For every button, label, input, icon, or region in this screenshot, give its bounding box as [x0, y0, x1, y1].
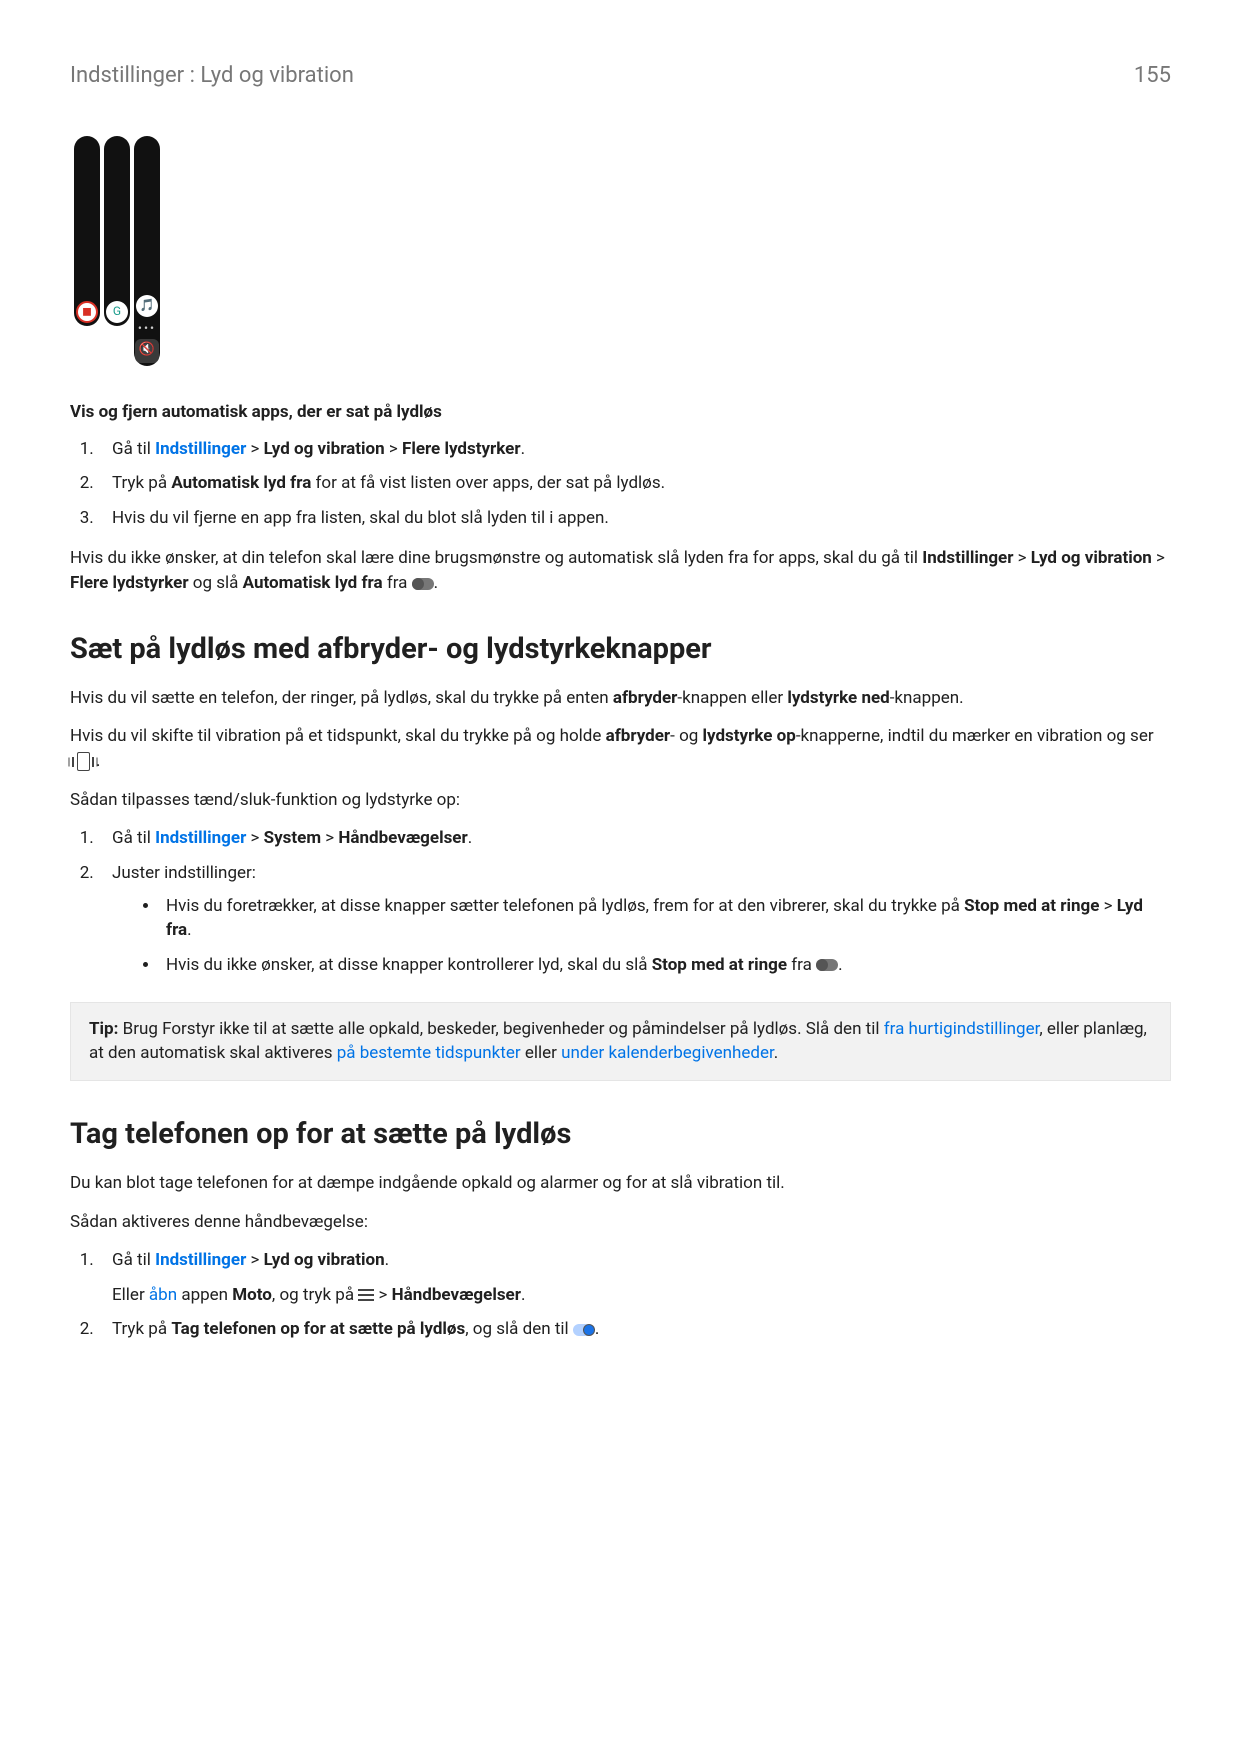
list-item: Hvis du vil fjerne en app fra listen, sk… — [98, 506, 1171, 531]
phone-vibrate-icon — [70, 753, 96, 771]
tip-label: Tip: — [89, 1019, 118, 1039]
list-item: Juster indstillinger: Hvis du foretrække… — [98, 861, 1171, 978]
list-item: Tryk på Automatisk lyd fra for at få vis… — [98, 471, 1171, 496]
toggle-off-icon — [412, 578, 434, 590]
slider-knob-call: G — [106, 301, 128, 323]
list-item: Gå til Indstillinger > Lyd og vibration … — [98, 437, 1171, 462]
paragraph: Hvis du vil sætte en telefon, der ringer… — [70, 686, 1171, 711]
paragraph: Hvis du vil skifte til vibration på et t… — [70, 724, 1171, 773]
link-scheduled-times[interactable]: på bestemte tidspunkter — [337, 1043, 521, 1063]
list-item: Gå til Indstillinger > System > Håndbevæ… — [98, 826, 1171, 851]
breadcrumb: Indstillinger : Lyd og vibration — [70, 60, 354, 92]
slider-track-ring: 🎵 ••• 🔇 — [134, 136, 160, 366]
paragraph: Hvis du ikke ønsker, at din telefon skal… — [70, 546, 1171, 595]
page-header: Indstillinger : Lyd og vibration 155 — [70, 60, 1171, 92]
heading-power-volume-mute: Sæt på lydløs med afbryder- og lydstyrke… — [70, 628, 1171, 670]
link-quick-settings[interactable]: fra hurtigindstillinger — [884, 1019, 1040, 1039]
steps-auto-silent: Gå til Indstillinger > Lyd og vibration … — [70, 437, 1171, 531]
tip-box: Tip: Brug Forstyr ikke til at sætte alle… — [70, 1002, 1171, 1081]
list-item: Tryk på Tag telefonen op for at sætte på… — [98, 1317, 1171, 1342]
slider-more-icon: ••• — [138, 320, 156, 337]
link-settings[interactable]: Indstillinger — [155, 439, 246, 459]
link-settings[interactable]: Indstillinger — [155, 828, 246, 848]
link-settings[interactable]: Indstillinger — [155, 1250, 246, 1270]
paragraph: Du kan blot tage telefonen for at dæmpe … — [70, 1171, 1171, 1196]
paragraph: Sådan aktiveres denne håndbevægelse: — [70, 1210, 1171, 1235]
link-open[interactable]: åbn — [149, 1285, 177, 1305]
slider-track-media: ◼ — [74, 136, 100, 326]
mute-icon: 🔇 — [135, 339, 159, 363]
toggle-off-icon — [816, 959, 838, 971]
list-item: Hvis du foretrækker, at disse knapper sæ… — [160, 894, 1171, 943]
page-number: 155 — [1134, 60, 1171, 92]
slider-track-call: G — [104, 136, 130, 326]
paragraph: Sådan tilpasses tænd/sluk-funktion og ly… — [70, 788, 1171, 813]
list-item: Hvis du ikke ønsker, at disse knapper ko… — [160, 953, 1171, 978]
steps-pickup-mute: Gå til Indstillinger > Lyd og vibration.… — [70, 1248, 1171, 1342]
slider-knob-ring: 🎵 — [136, 295, 158, 317]
subheading-auto-silent: Vis og fjern automatisk apps, der er sat… — [70, 400, 1171, 425]
volume-sliders-figure: ◼ G 🎵 ••• 🔇 — [70, 132, 1171, 370]
toggle-on-icon — [573, 1324, 595, 1336]
list-item: Gå til Indstillinger > Lyd og vibration.… — [98, 1248, 1171, 1307]
steps-power-volume: Gå til Indstillinger > System > Håndbevæ… — [70, 826, 1171, 977]
slider-knob-media: ◼ — [76, 301, 98, 323]
heading-pickup-mute: Tag telefonen op for at sætte på lydløs — [70, 1113, 1171, 1155]
link-calendar-events[interactable]: under kalenderbegivenheder — [561, 1043, 774, 1063]
hamburger-icon — [358, 1289, 374, 1301]
